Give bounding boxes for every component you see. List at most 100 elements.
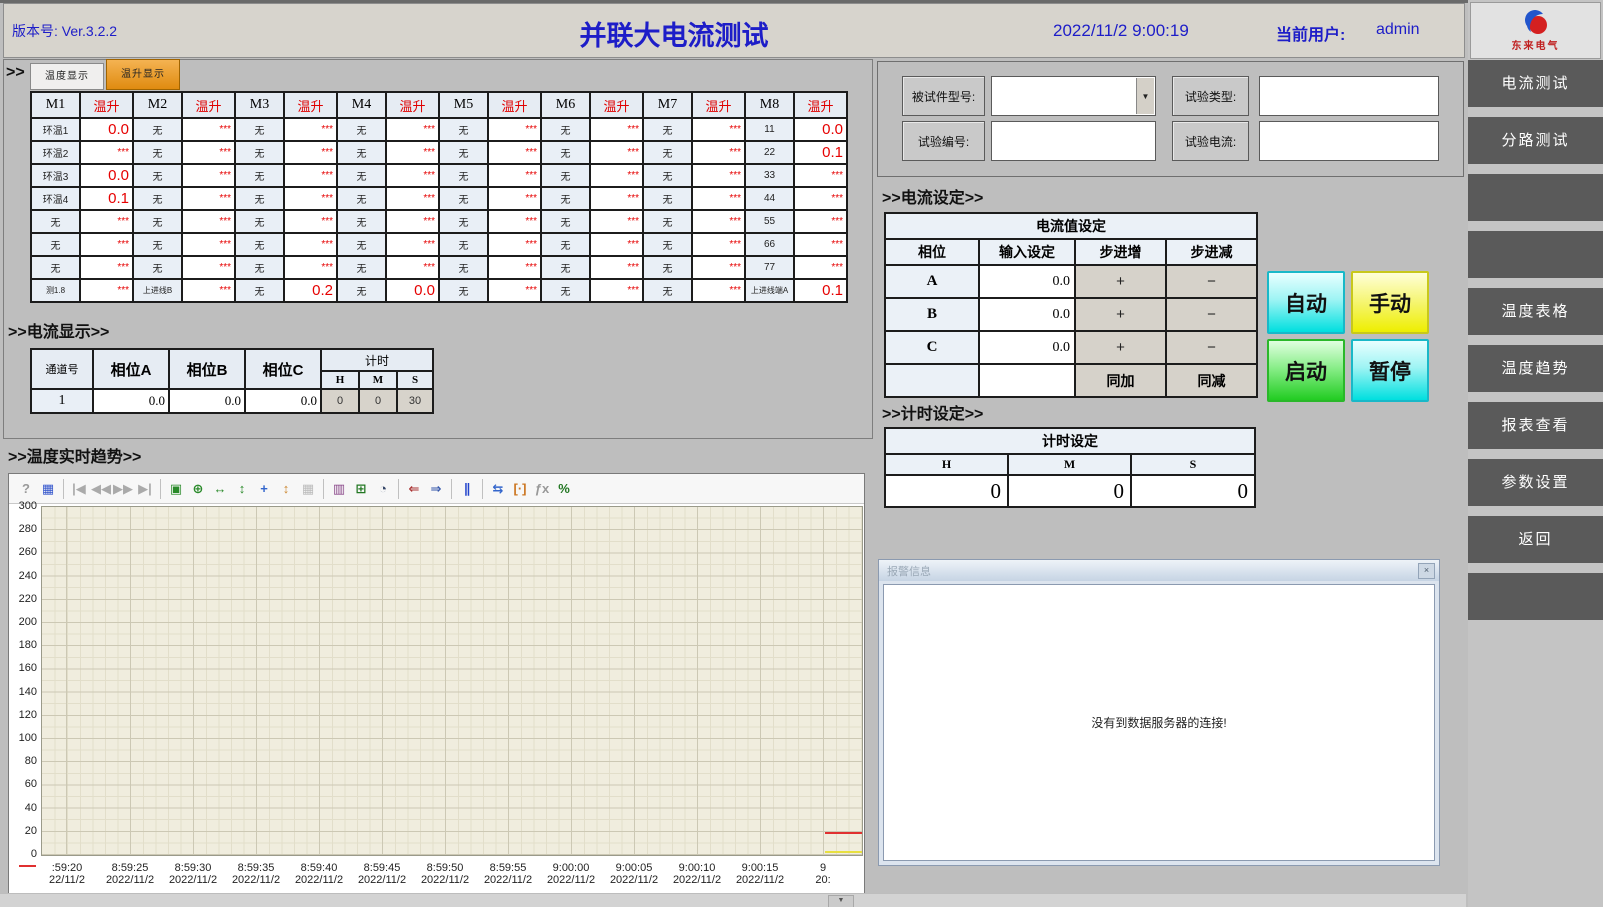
tab-rise-display[interactable]: 温升显示	[106, 59, 180, 90]
pan-icon[interactable]: +	[253, 478, 275, 500]
step-increase-button[interactable]: +	[1075, 265, 1166, 298]
sidebar-item-branch-test[interactable]: 分路测试	[1468, 117, 1603, 164]
phase-b-header: 相位B	[169, 349, 245, 389]
step-decrease-button[interactable]: −	[1166, 265, 1257, 298]
phase-set-input[interactable]: 0.0	[979, 298, 1075, 331]
channel-label: 无	[643, 279, 692, 302]
tab-temp-display[interactable]: 温度显示	[30, 63, 104, 90]
rewind-icon[interactable]: ◀◀	[90, 478, 112, 500]
close-icon[interactable]: ×	[1418, 563, 1435, 579]
timer-col-header: H	[885, 454, 1008, 475]
timer-set-table: 计时设定HMS000	[884, 427, 1256, 508]
split-view-icon[interactable]: ▥	[328, 478, 350, 500]
test-info-box: 被试件型号: ▼ 试验类型: 试验编号: 试验电流:	[877, 61, 1464, 177]
chevron-down-icon[interactable]: ▼	[1136, 78, 1154, 114]
temp-rise-col-header: 温升	[80, 92, 133, 118]
channel-label: 无	[133, 164, 182, 187]
test-current-input[interactable]	[1259, 121, 1439, 161]
channel-label: 无	[337, 233, 386, 256]
timer-set-input[interactable]: 0	[1131, 475, 1255, 507]
grid-disabled-icon[interactable]: ▦	[297, 478, 319, 500]
sidebar-item-blank-3[interactable]	[1468, 573, 1603, 620]
fx-icon[interactable]: ƒx	[531, 478, 553, 500]
module-col-header: M3	[235, 92, 284, 118]
pause-button[interactable]: 暂停	[1351, 339, 1429, 402]
percent-icon[interactable]: %	[553, 478, 575, 500]
phase-set-input[interactable]: 0.0	[979, 265, 1075, 298]
channel-label: 无	[439, 210, 488, 233]
channel-label: 无	[235, 233, 284, 256]
temp-rise-value: ***	[488, 141, 541, 164]
scroll-chart-left-icon[interactable]: ⇐	[403, 478, 425, 500]
zoom-in-icon[interactable]: ⊕	[187, 478, 209, 500]
temp-rise-value: ***	[182, 210, 235, 233]
sidebar-item-blank-2[interactable]	[1468, 231, 1603, 278]
module-col-header: M5	[439, 92, 488, 118]
scale-ruler-icon[interactable]: ↕	[275, 478, 297, 500]
test-type-input[interactable]	[1259, 76, 1439, 116]
forward-icon[interactable]: ▶▶	[112, 478, 134, 500]
add-grid-icon[interactable]: ⊞	[350, 478, 372, 500]
timer-set-input[interactable]: 0	[885, 475, 1008, 507]
timer-set-table-title: 计时设定	[885, 428, 1255, 454]
temp-rise-value: ***	[488, 279, 541, 302]
sidebar-items: 电流测试分路测试温度表格温度趋势报表查看参数设置返回	[1468, 60, 1603, 630]
zoom-vertical-icon[interactable]: ↕	[231, 478, 253, 500]
sidebar: 东来电气 电流测试分路测试温度表格温度趋势报表查看参数设置返回	[1468, 0, 1603, 907]
sidebar-item-current-test[interactable]: 电流测试	[1468, 60, 1603, 107]
timer-set-input[interactable]: 0	[1008, 475, 1131, 507]
auto-button[interactable]: 自动	[1267, 271, 1345, 334]
transfer-icon[interactable]: ⇆	[487, 478, 509, 500]
all-decrease-button[interactable]: 同减	[1166, 364, 1257, 397]
phase-b-value: 0.0	[169, 389, 245, 413]
step-increase-button[interactable]: +	[1075, 298, 1166, 331]
last-page-icon[interactable]: ▶|	[134, 478, 156, 500]
step-decrease-button[interactable]: −	[1166, 298, 1257, 331]
chart-plot-area[interactable]	[41, 506, 863, 856]
zoom-box-icon[interactable]: ▣	[165, 478, 187, 500]
report-icon[interactable]: ▦	[37, 478, 59, 500]
test-no-input[interactable]	[991, 121, 1156, 161]
help-icon[interactable]: ?	[15, 478, 37, 500]
dut-model-combobox[interactable]: ▼	[991, 76, 1156, 116]
sidebar-item-blank-1[interactable]	[1468, 174, 1603, 221]
temp-rise-col-header: 温升	[590, 92, 643, 118]
temp-rise-value: ***	[590, 256, 643, 279]
channel-label: 上进线B	[133, 279, 182, 302]
sidebar-item-param-settings[interactable]: 参数设置	[1468, 459, 1603, 506]
channel-label: 无	[439, 279, 488, 302]
range-icon[interactable]: [·]	[509, 478, 531, 500]
alarm-titlebar[interactable]: 报警信息 ×	[879, 560, 1439, 581]
temp-rise-value: ***	[590, 187, 643, 210]
chart-toolbar: ?▦|◀◀◀▶▶▶|▣⊕↔↕+↕▦▥⊞◔⇐⇒∥⇆[·]ƒx%	[9, 474, 864, 504]
y-tick-label: 300	[9, 500, 37, 512]
pause-icon[interactable]: ∥	[456, 478, 478, 500]
sidebar-item-temp-trend[interactable]: 温度趋势	[1468, 345, 1603, 392]
channel-label: 无	[337, 164, 386, 187]
bottom-scroll-strip[interactable]: ▼	[0, 893, 1466, 907]
channel-label: 环温4	[31, 187, 80, 210]
scroll-down-icon[interactable]: ▼	[828, 895, 854, 907]
temperature-rise-table: M1温升M2温升M3温升M4温升M5温升M6温升M7温升M8温升环温10.0无*…	[30, 91, 848, 303]
y-tick-label: 180	[9, 639, 37, 651]
channel-label: 无	[439, 256, 488, 279]
all-increase-button[interactable]: 同加	[1075, 364, 1166, 397]
scroll-chart-right-icon[interactable]: ⇒	[425, 478, 447, 500]
clock-icon[interactable]: ◔	[372, 478, 394, 500]
y-tick-label: 100	[9, 732, 37, 744]
second-header: S	[397, 371, 433, 389]
zoom-horizontal-icon[interactable]: ↔	[209, 478, 231, 500]
sidebar-item-report-view[interactable]: 报表查看	[1468, 402, 1603, 449]
start-button[interactable]: 启动	[1267, 339, 1345, 402]
temp-rise-value: ***	[80, 279, 133, 302]
step-decrease-button[interactable]: −	[1166, 331, 1257, 364]
first-page-icon[interactable]: |◀	[68, 478, 90, 500]
temp-rise-value: 0.0	[794, 118, 847, 141]
sidebar-item-temp-table[interactable]: 温度表格	[1468, 288, 1603, 335]
sidebar-item-back[interactable]: 返回	[1468, 516, 1603, 563]
temp-rise-value: ***	[386, 187, 439, 210]
manual-button[interactable]: 手动	[1351, 271, 1429, 334]
phase-set-input[interactable]: 0.0	[979, 331, 1075, 364]
step-increase-button[interactable]: +	[1075, 331, 1166, 364]
channel-label: 无	[643, 187, 692, 210]
